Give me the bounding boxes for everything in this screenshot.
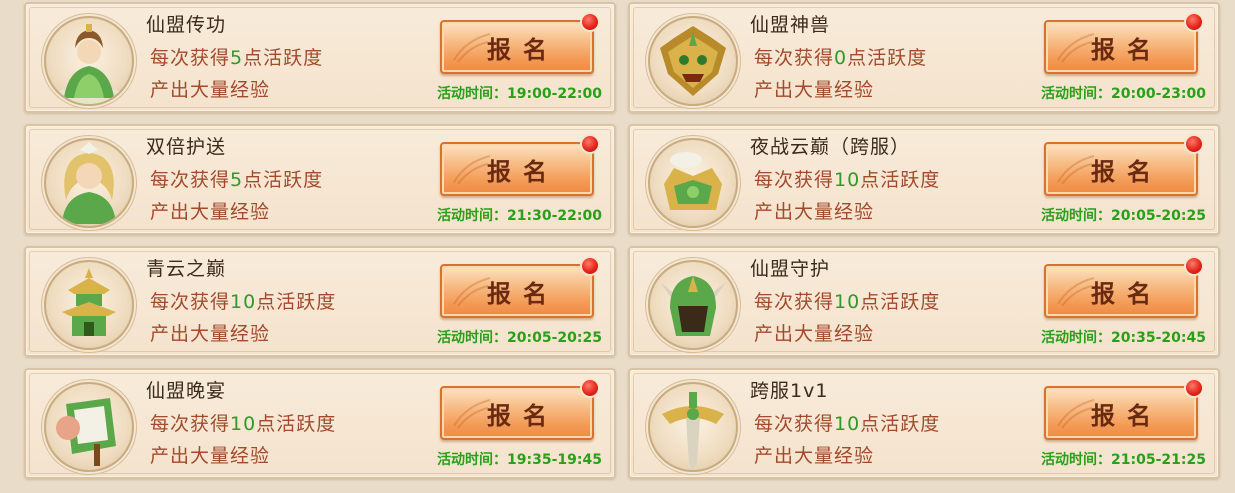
activity-title: 仙盟晚宴 — [146, 380, 227, 402]
activity-desc: 产出大量经验 — [150, 445, 271, 467]
signup-button[interactable]: 报名 — [440, 12, 600, 74]
signup-button[interactable]: 报名 — [1044, 12, 1204, 74]
activity-card: 仙盟守护 每次获得10点活跃度 产出大量经验 报名 活动时间：20:35-20:… — [628, 246, 1220, 357]
activity-title: 仙盟守护 — [750, 258, 831, 280]
brush-stroke-icon — [453, 399, 491, 429]
activity-gain: 每次获得5点活跃度 — [150, 169, 324, 191]
notification-dot — [1184, 378, 1204, 398]
notification-dot — [1184, 134, 1204, 154]
notification-dot — [1184, 12, 1204, 32]
activity-card: 双倍护送 每次获得5点活跃度 产出大量经验 报名 活动时间：21:30-22:0… — [24, 124, 616, 235]
activity-desc: 产出大量经验 — [754, 79, 875, 101]
activity-title: 仙盟神兽 — [750, 14, 831, 36]
activity-card: 仙盟晚宴 每次获得10点活跃度 产出大量经验 报名 活动时间：19:35-19:… — [24, 368, 616, 479]
notification-dot — [580, 12, 600, 32]
signup-button[interactable]: 报名 — [440, 378, 600, 440]
activity-gain: 每次获得10点活跃度 — [754, 169, 941, 191]
notification-dot — [1184, 256, 1204, 276]
escort-maiden-icon — [44, 138, 134, 228]
notification-dot — [580, 256, 600, 276]
activity-time: 活动时间：20:35-20:45 — [1041, 330, 1206, 346]
activity-title: 青云之巅 — [146, 258, 227, 280]
immortal-sage-icon — [44, 16, 134, 106]
activity-desc: 产出大量经验 — [754, 323, 875, 345]
activity-desc: 产出大量经验 — [150, 201, 271, 223]
activity-time: 活动时间：20:05-20:25 — [437, 330, 602, 346]
brush-stroke-icon — [1057, 155, 1095, 185]
guardian-helmet-icon — [648, 260, 738, 350]
notification-dot — [580, 378, 600, 398]
activity-title: 双倍护送 — [146, 136, 227, 158]
activity-desc: 产出大量经验 — [150, 323, 271, 345]
activity-title: 夜战云巅（跨服） — [750, 136, 911, 158]
brush-stroke-icon — [453, 277, 491, 307]
activity-desc: 产出大量经验 — [754, 201, 875, 223]
activity-card: 夜战云巅（跨服） 每次获得10点活跃度 产出大量经验 报名 活动时间：20:05… — [628, 124, 1220, 235]
activity-time: 活动时间：19:00-22:00 — [437, 86, 602, 102]
activity-time: 活动时间：19:35-19:45 — [437, 452, 602, 468]
brush-stroke-icon — [1057, 399, 1095, 429]
activity-time: 活动时间：20:05-20:25 — [1041, 208, 1206, 224]
cloud-peak-crown-icon — [648, 138, 738, 228]
activity-time: 活动时间：20:00-23:00 — [1041, 86, 1206, 102]
activity-gain: 每次获得10点活跃度 — [150, 413, 337, 435]
beast-mask-icon — [648, 16, 738, 106]
activity-desc: 产出大量经验 — [754, 445, 875, 467]
signup-button[interactable]: 报名 — [1044, 256, 1204, 318]
signup-button[interactable]: 报名 — [1044, 134, 1204, 196]
pagoda-icon — [44, 260, 134, 350]
activity-card: 仙盟传功 每次获得5点活跃度 产出大量经验 报名 活动时间：19:00-22:0… — [24, 2, 616, 113]
signup-button[interactable]: 报名 — [440, 256, 600, 318]
activity-desc: 产出大量经验 — [150, 79, 271, 101]
activity-gain: 每次获得10点活跃度 — [754, 413, 941, 435]
activity-gain: 每次获得5点活跃度 — [150, 47, 324, 69]
activity-gain: 每次获得0点活跃度 — [754, 47, 928, 69]
activity-gain: 每次获得10点活跃度 — [150, 291, 337, 313]
activity-card: 青云之巅 每次获得10点活跃度 产出大量经验 报名 活动时间：20:05-20:… — [24, 246, 616, 357]
signup-button[interactable]: 报名 — [440, 134, 600, 196]
banquet-scroll-icon — [44, 382, 134, 472]
activity-grid: 仙盟传功 每次获得5点活跃度 产出大量经验 报名 活动时间：19:00-22:0… — [0, 0, 1235, 493]
activity-time: 活动时间：21:05-21:25 — [1041, 452, 1206, 468]
signup-button[interactable]: 报名 — [1044, 378, 1204, 440]
activity-title: 跨服1v1 — [750, 380, 829, 402]
brush-stroke-icon — [453, 155, 491, 185]
activity-card: 仙盟神兽 每次获得0点活跃度 产出大量经验 报名 活动时间：20:00-23:0… — [628, 2, 1220, 113]
brush-stroke-icon — [1057, 277, 1095, 307]
brush-stroke-icon — [1057, 33, 1095, 63]
activity-time: 活动时间：21:30-22:00 — [437, 208, 602, 224]
activity-title: 仙盟传功 — [146, 14, 227, 36]
notification-dot — [580, 134, 600, 154]
brush-stroke-icon — [453, 33, 491, 63]
crossed-sword-icon — [648, 382, 738, 472]
activity-gain: 每次获得10点活跃度 — [754, 291, 941, 313]
activity-card: 跨服1v1 每次获得10点活跃度 产出大量经验 报名 活动时间：21:05-21… — [628, 368, 1220, 479]
